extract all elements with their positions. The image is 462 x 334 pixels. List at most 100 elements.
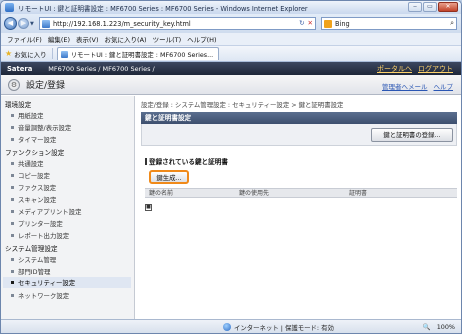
address-input[interactable]: http://192.168.1.223/m_security_key.html	[53, 20, 191, 28]
menu-tools[interactable]: ツール(T)	[153, 34, 182, 44]
bullet-icon	[11, 174, 14, 177]
register-key-certificate-button[interactable]: 鍵と証明書の登録...	[371, 128, 453, 142]
sidebar-item-security[interactable]: セキュリティー設定	[3, 277, 131, 288]
stop-icon[interactable]: ✕	[308, 19, 313, 27]
tab-title: リモートUI : 鍵と証明書設定 : MF6700 Series...	[70, 50, 214, 59]
sidebar-item-report[interactable]: レポート出力設定	[11, 231, 69, 240]
bullet-icon	[11, 222, 14, 225]
sidebar-item-network[interactable]: ネットワーク設定	[11, 291, 69, 300]
status-right: 🔍 100%	[423, 323, 455, 331]
favorites-star-icon[interactable]: ★	[5, 49, 12, 58]
menu-file[interactable]: ファイル(F)	[7, 34, 42, 44]
sidebar: 環境設定 用紙設定 音量調整/表示設定 タイマー設定 ファンクション設定 共通設…	[1, 96, 135, 319]
column-certificate: 証明書	[349, 190, 368, 197]
sidebar-item-common[interactable]: 共通設定	[11, 159, 44, 168]
bullet-icon	[11, 281, 14, 284]
bullet-icon	[11, 114, 14, 117]
zoom-icon[interactable]: 🔍	[423, 323, 431, 331]
bullet-icon	[11, 126, 14, 129]
logout-link[interactable]: ログアウト	[418, 64, 453, 74]
divider	[51, 48, 53, 59]
sidebar-item-copy[interactable]: コピー設定	[11, 171, 50, 180]
breadcrumb: 設定/登録 : システム管理設定 : セキュリティー設定 > 鍵と証明書設定	[141, 101, 344, 109]
back-button[interactable]: ◀	[4, 17, 17, 30]
sidebar-section-function: ファンクション設定	[5, 149, 65, 157]
panel-body: 鍵と証明書の登録...	[141, 124, 457, 146]
security-zone-text: インターネット | 保護モード: 有効	[234, 324, 334, 332]
bullet-icon	[11, 138, 14, 141]
zoom-level[interactable]: 100%	[437, 323, 455, 331]
search-box[interactable]: Bing ⌕	[321, 17, 457, 30]
tab-page-icon	[60, 50, 68, 58]
panel-title: 鍵と証明書設定	[141, 112, 457, 124]
bing-logo-icon	[324, 19, 332, 28]
page-header: ⚙ 設定/登録 管理者へメール ヘルプ	[1, 75, 461, 95]
generate-key-button[interactable]: 鍵生成...	[149, 170, 189, 184]
keys-table-header: 鍵の名前 鍵の使用先 証明書	[145, 188, 457, 198]
menu-help[interactable]: ヘルプ(H)	[187, 34, 216, 44]
window-controls: ‒ ▭ ✕	[408, 2, 458, 12]
ie-logo-icon	[5, 3, 14, 12]
satera-links: ポータルへ ログアウト	[377, 64, 453, 74]
sidebar-section-environment: 環境設定	[5, 101, 32, 109]
sidebar-item-media-print[interactable]: メディアプリント設定	[11, 207, 81, 216]
page-content: Satera MF6700 Series / MF6700 Series / ポ…	[1, 62, 461, 319]
internet-zone-icon	[223, 323, 231, 331]
search-input[interactable]: Bing	[335, 20, 350, 28]
column-key-usage: 鍵の使用先	[239, 190, 270, 197]
refresh-icon[interactable]: ↻	[299, 19, 304, 27]
favorites-button[interactable]: お気に入り	[14, 49, 47, 59]
bullet-icon	[11, 258, 14, 261]
menu-view[interactable]: 表示(V)	[76, 34, 99, 44]
bullet-icon	[11, 234, 14, 237]
device-model: MF6700 Series / MF6700 Series /	[48, 64, 155, 73]
status-bar: インターネット | 保護モード: 有効 🔍 100%	[1, 319, 461, 333]
sidebar-item-department-id[interactable]: 部門ID管理	[11, 267, 50, 276]
search-icon[interactable]: ⌕	[450, 19, 454, 28]
address-row: ◀ ▶ ▼ http://192.168.1.223/m_security_ke…	[1, 14, 461, 33]
favorites-bar: ★ お気に入り リモートUI : 鍵と証明書設定 : MF6700 Series…	[1, 46, 461, 62]
sidebar-item-timer[interactable]: タイマー設定	[11, 135, 56, 144]
satera-bar: Satera MF6700 Series / MF6700 Series / ポ…	[1, 62, 461, 75]
browser-window: リモートUI : 鍵と証明書設定 : MF6700 Series : MF670…	[0, 0, 462, 334]
forward-button[interactable]: ▶	[18, 18, 29, 29]
minimize-button[interactable]: ‒	[408, 2, 422, 12]
close-button[interactable]: ✕	[438, 2, 458, 12]
bullet-icon	[11, 210, 14, 213]
sidebar-item-scan[interactable]: スキャン設定	[11, 195, 56, 204]
sidebar-item-fax[interactable]: ファクス設定	[11, 183, 56, 192]
sidebar-item-paper[interactable]: 用紙設定	[11, 111, 44, 120]
help-link[interactable]: ヘルプ	[434, 81, 454, 91]
main-panel: 設定/登録 : システム管理設定 : セキュリティー設定 > 鍵と証明書設定 鍵…	[141, 96, 457, 319]
history-dropdown-icon[interactable]: ▼	[30, 21, 34, 27]
sidebar-item-volume-display[interactable]: 音量調整/表示設定	[11, 123, 71, 132]
satera-logo: Satera	[7, 64, 33, 73]
bullet-icon	[11, 186, 14, 189]
title-bar: リモートUI : 鍵と証明書設定 : MF6700 Series : MF670…	[1, 1, 461, 14]
address-bar[interactable]: http://192.168.1.223/m_security_key.html…	[39, 17, 316, 30]
mail-admin-link[interactable]: 管理者へメール	[382, 81, 428, 91]
empty-list-icon: ■	[145, 204, 152, 211]
menu-bar: ファイル(F) 編集(E) 表示(V) お気に入り(A) ツール(T) ヘルプ(…	[1, 33, 461, 46]
bullet-icon	[11, 294, 14, 297]
registered-keys-heading: 登録されている鍵と証明書	[145, 156, 228, 166]
heading-marker	[145, 158, 147, 165]
header-links: 管理者へメール ヘルプ	[382, 81, 453, 91]
sidebar-item-printer[interactable]: プリンター設定	[11, 219, 63, 228]
bullet-icon	[11, 270, 14, 273]
window-title: リモートUI : 鍵と証明書設定 : MF6700 Series : MF670…	[18, 4, 308, 13]
sidebar-section-system: システム管理設定	[5, 245, 58, 253]
maximize-button[interactable]: ▭	[423, 2, 437, 12]
settings-gear-icon: ⚙	[8, 78, 20, 91]
browser-tab[interactable]: リモートUI : 鍵と証明書設定 : MF6700 Series...	[56, 47, 219, 60]
portal-link[interactable]: ポータルへ	[377, 64, 412, 74]
page-title: 設定/登録	[26, 81, 66, 91]
bullet-icon	[11, 162, 14, 165]
menu-favorites[interactable]: お気に入り(A)	[105, 34, 147, 44]
sidebar-item-system-management[interactable]: システム管理	[11, 255, 56, 264]
bullet-icon	[11, 198, 14, 201]
column-key-name: 鍵の名前	[149, 190, 174, 197]
menu-edit[interactable]: 編集(E)	[48, 34, 70, 44]
page-icon	[42, 19, 50, 28]
address-tools: ↻ ✕	[299, 19, 313, 27]
